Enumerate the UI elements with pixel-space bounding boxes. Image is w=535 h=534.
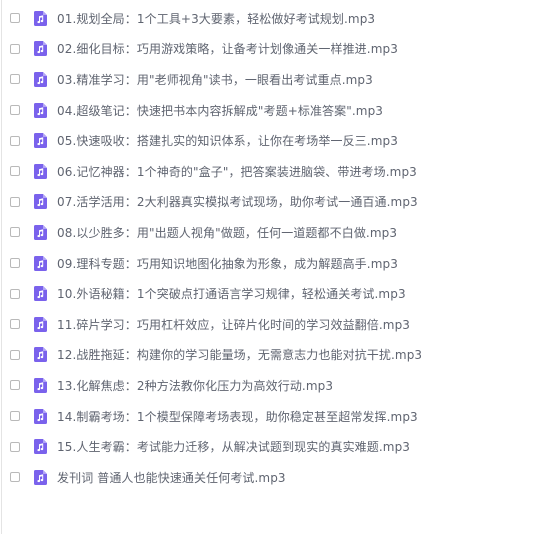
row-checkbox[interactable] — [10, 288, 20, 299]
audio-file-icon — [34, 133, 47, 149]
row-checkbox[interactable] — [10, 472, 20, 483]
file-name[interactable]: 07.活学活用：2大利器真实模拟考试现场，助你考试一通百通.mp3 — [57, 193, 418, 210]
row-checkbox[interactable] — [10, 13, 20, 24]
audio-file-icon — [34, 102, 47, 118]
file-list: 01.规划全局：1个工具+3大要素，轻松做好考试规划.mp3 02.细化目标：巧用… — [0, 3, 535, 493]
row-checkbox[interactable] — [10, 74, 20, 85]
file-name[interactable]: 15.人生考霸：考试能力迁移，从解决试题到现实的真实难题.mp3 — [57, 438, 410, 455]
audio-file-icon — [34, 377, 47, 393]
audio-file-icon — [34, 224, 47, 240]
file-name[interactable]: 12.战胜拖延：构建你的学习能量场，无需意志力也能对抗干扰.mp3 — [57, 346, 422, 363]
file-row[interactable]: 12.战胜拖延：构建你的学习能量场，无需意志力也能对抗干扰.mp3 — [0, 340, 535, 371]
row-checkbox[interactable] — [10, 43, 20, 54]
row-checkbox[interactable] — [10, 319, 20, 330]
file-name[interactable]: 08.以少胜多：用"出题人视角"做题，任何一道题都不白做.mp3 — [57, 224, 397, 241]
audio-file-icon — [34, 347, 47, 363]
audio-file-icon — [34, 469, 47, 485]
file-name[interactable]: 发刊词 普通人也能快速通关任何考试.mp3 — [57, 469, 286, 486]
row-checkbox[interactable] — [10, 227, 20, 238]
file-row[interactable]: 02.细化目标：巧用游戏策略，让备考计划像通关一样推进.mp3 — [0, 34, 535, 65]
file-row[interactable]: 07.活学活用：2大利器真实模拟考试现场，助你考试一通百通.mp3 — [0, 187, 535, 218]
audio-file-icon — [34, 286, 47, 302]
file-name[interactable]: 09.理科专题：巧用知识地图化抽象为形象，成为解题高手.mp3 — [57, 255, 398, 272]
file-row[interactable]: 14.制霸考场：1个模型保障考场表现，助你稳定甚至超常发挥.mp3 — [0, 401, 535, 432]
audio-file-icon — [34, 41, 47, 57]
row-checkbox[interactable] — [10, 441, 20, 452]
row-checkbox[interactable] — [10, 349, 20, 360]
file-name[interactable]: 02.细化目标：巧用游戏策略，让备考计划像通关一样推进.mp3 — [57, 40, 398, 57]
audio-file-icon — [34, 408, 47, 424]
file-name[interactable]: 10.外语秘籍：1个突破点打通语言学习规律，轻松通关考试.mp3 — [57, 285, 406, 302]
row-checkbox[interactable] — [10, 380, 20, 391]
audio-file-icon — [34, 194, 47, 210]
file-name[interactable]: 06.记忆神器：1个神奇的"盒子"，把答案装进脑袋、带进考场.mp3 — [57, 163, 417, 180]
audio-file-icon — [34, 316, 47, 332]
file-name[interactable]: 13.化解焦虑：2种方法教你化压力为高效行动.mp3 — [57, 377, 333, 394]
row-checkbox[interactable] — [10, 105, 20, 116]
file-name[interactable]: 11.碎片学习：巧用杠杆效应，让碎片化时间的学习效益翻倍.mp3 — [57, 316, 410, 333]
file-row[interactable]: 13.化解焦虑：2种方法教你化压力为高效行动.mp3 — [0, 370, 535, 401]
row-checkbox[interactable] — [10, 196, 20, 207]
file-row[interactable]: 09.理科专题：巧用知识地图化抽象为形象，成为解题高手.mp3 — [0, 248, 535, 279]
file-name[interactable]: 03.精准学习：用"老师视角"读书，一眼看出考试重点.mp3 — [57, 71, 373, 88]
file-row[interactable]: 06.记忆神器：1个神奇的"盒子"，把答案装进脑袋、带进考场.mp3 — [0, 156, 535, 187]
row-checkbox[interactable] — [10, 135, 20, 146]
file-row[interactable]: 03.精准学习：用"老师视角"读书，一眼看出考试重点.mp3 — [0, 64, 535, 95]
row-checkbox[interactable] — [10, 166, 20, 177]
file-name[interactable]: 05.快速吸收：搭建扎实的知识体系，让你在考场举一反三.mp3 — [57, 132, 398, 149]
file-row[interactable]: 11.碎片学习：巧用杠杆效应，让碎片化时间的学习效益翻倍.mp3 — [0, 309, 535, 340]
audio-file-icon — [34, 255, 47, 271]
file-row[interactable]: 10.外语秘籍：1个突破点打通语言学习规律，轻松通关考试.mp3 — [0, 278, 535, 309]
file-name[interactable]: 04.超级笔记：快速把书本内容拆解成"考题+标准答案".mp3 — [57, 102, 383, 119]
file-row[interactable]: 04.超级笔记：快速把书本内容拆解成"考题+标准答案".mp3 — [0, 95, 535, 126]
audio-file-icon — [34, 163, 47, 179]
file-row[interactable]: 05.快速吸收：搭建扎实的知识体系，让你在考场举一反三.mp3 — [0, 125, 535, 156]
file-name[interactable]: 01.规划全局：1个工具+3大要素，轻松做好考试规划.mp3 — [57, 10, 375, 27]
audio-file-icon — [34, 439, 47, 455]
file-row[interactable]: 发刊词 普通人也能快速通关任何考试.mp3 — [0, 462, 535, 493]
audio-file-icon — [34, 71, 47, 87]
row-checkbox[interactable] — [10, 258, 20, 269]
row-checkbox[interactable] — [10, 411, 20, 422]
file-row[interactable]: 01.规划全局：1个工具+3大要素，轻松做好考试规划.mp3 — [0, 3, 535, 34]
file-name[interactable]: 14.制霸考场：1个模型保障考场表现，助你稳定甚至超常发挥.mp3 — [57, 408, 418, 425]
audio-file-icon — [34, 10, 47, 26]
file-row[interactable]: 15.人生考霸：考试能力迁移，从解决试题到现实的真实难题.mp3 — [0, 431, 535, 462]
file-row[interactable]: 08.以少胜多：用"出题人视角"做题，任何一道题都不白做.mp3 — [0, 217, 535, 248]
